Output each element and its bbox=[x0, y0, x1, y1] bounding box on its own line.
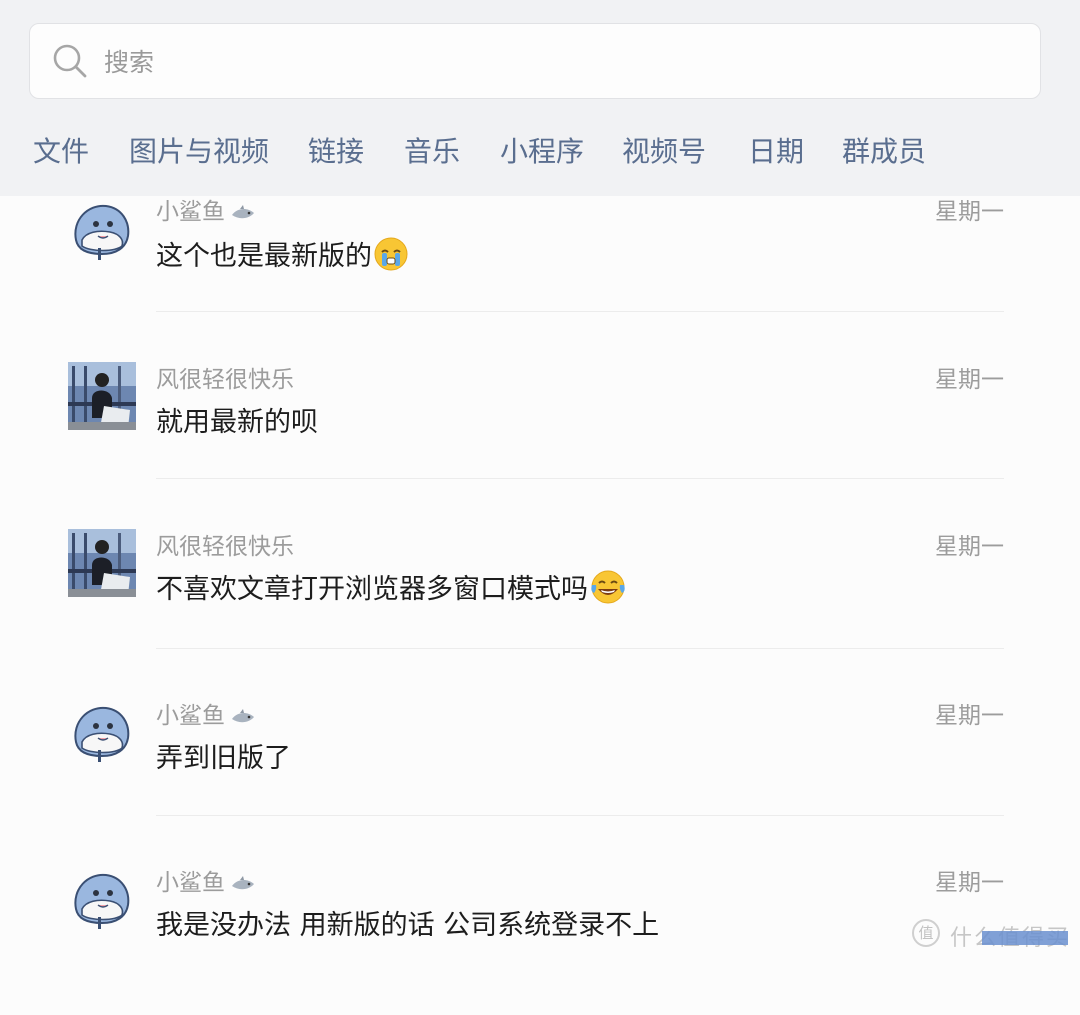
watermark: 值 什么值得买 bbox=[912, 917, 1072, 953]
sender-name: 风很轻很快乐 bbox=[156, 534, 294, 560]
message-time: 星期一 bbox=[935, 534, 1004, 560]
message-text: 不喜欢文章打开浏览器多窗口模式吗 bbox=[156, 567, 627, 606]
shark-emoji-icon bbox=[232, 876, 254, 890]
watermark-logo: 值 bbox=[912, 919, 940, 947]
message-time: 星期一 bbox=[935, 870, 1004, 896]
search-box[interactable] bbox=[29, 23, 1041, 100]
sender-name: 小鲨鱼 bbox=[156, 863, 255, 897]
tab-links[interactable]: 链接 bbox=[308, 130, 364, 170]
shark-avatar bbox=[68, 196, 136, 264]
shark-emoji-icon bbox=[232, 709, 254, 723]
tab-music[interactable]: 音乐 bbox=[404, 130, 460, 170]
sender-name: 小鲨鱼 bbox=[156, 696, 255, 730]
tab-date[interactable]: 日期 bbox=[748, 130, 804, 170]
crying-face-emoji bbox=[374, 237, 408, 271]
shark-emoji-icon bbox=[232, 205, 254, 219]
photo-avatar bbox=[68, 362, 136, 430]
message-time: 星期一 bbox=[935, 199, 1004, 225]
divider bbox=[156, 815, 1004, 816]
tab-photos-videos[interactable]: 图片与视频 bbox=[129, 130, 269, 170]
search-icon bbox=[53, 44, 87, 78]
shark-avatar bbox=[68, 698, 136, 766]
search-panel: 文件 图片与视频 链接 音乐 小程序 视频号 日期 群成员 bbox=[0, 0, 1080, 196]
result-item[interactable]: 风很轻很快乐 星期一 就用最新的呗 bbox=[0, 346, 1080, 512]
sender-name: 小鲨鱼 bbox=[156, 192, 255, 226]
sender-name: 风很轻很快乐 bbox=[156, 367, 294, 393]
tears-of-joy-emoji bbox=[591, 570, 625, 604]
message-text: 我是没办法 用新版的话 公司系统登录不上 bbox=[156, 910, 660, 941]
message-text: 就用最新的呗 bbox=[156, 407, 318, 438]
result-item[interactable]: 小鲨鱼 星期一 这个也是最新版的 bbox=[0, 180, 1080, 346]
message-time: 星期一 bbox=[935, 367, 1004, 393]
divider bbox=[156, 648, 1004, 649]
message-text: 弄到旧版了 bbox=[156, 743, 291, 774]
message-text: 这个也是最新版的 bbox=[156, 234, 409, 273]
divider bbox=[156, 478, 1004, 479]
divider bbox=[156, 311, 1004, 312]
result-item[interactable]: 小鲨鱼 星期一 弄到旧版了 bbox=[0, 682, 1080, 848]
shark-avatar bbox=[68, 865, 136, 933]
message-time: 星期一 bbox=[935, 703, 1004, 729]
result-item[interactable]: 风很轻很快乐 星期一 不喜欢文章打开浏览器多窗口模式吗 bbox=[0, 513, 1080, 679]
tab-files[interactable]: 文件 bbox=[33, 130, 89, 170]
search-input[interactable] bbox=[102, 24, 1006, 100]
tab-mini-programs[interactable]: 小程序 bbox=[500, 130, 584, 170]
watermark-overlay-bar bbox=[982, 931, 1068, 945]
tab-channels[interactable]: 视频号 bbox=[622, 130, 706, 170]
photo-avatar bbox=[68, 529, 136, 597]
tab-group-members[interactable]: 群成员 bbox=[842, 130, 926, 170]
